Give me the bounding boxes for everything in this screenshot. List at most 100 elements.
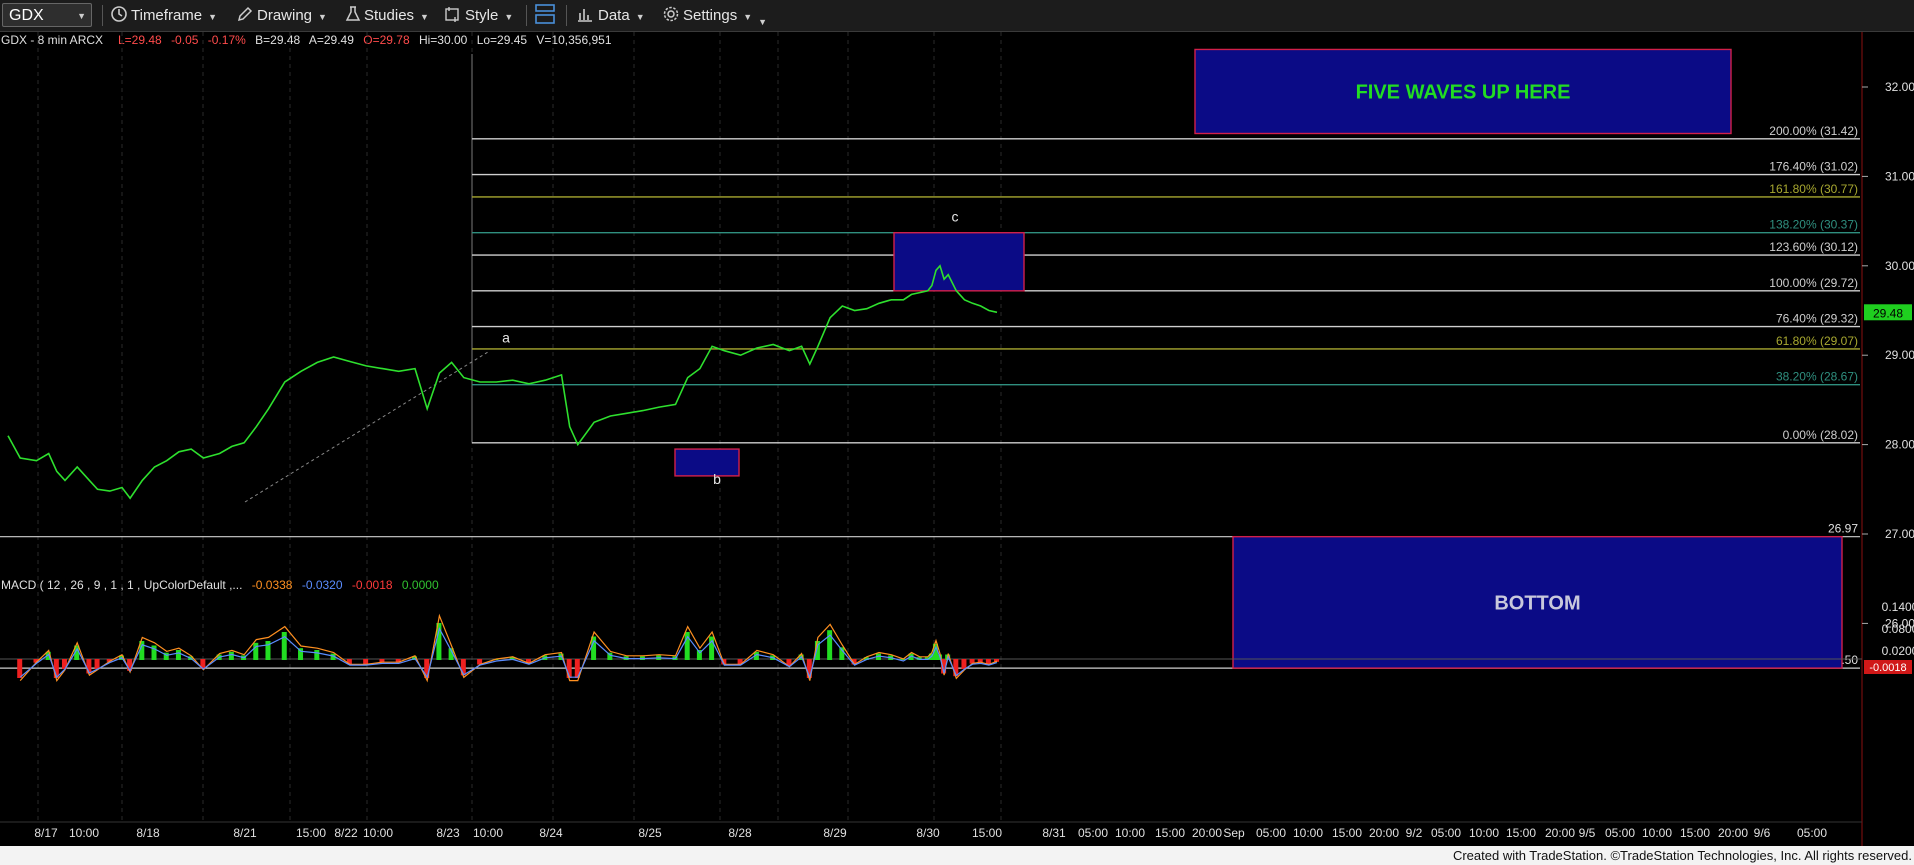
time-axis-label: 10:00 bbox=[1469, 826, 1499, 840]
macd-avg-value: -0.0320 bbox=[302, 578, 343, 592]
time-axis-label: 10:00 bbox=[69, 826, 99, 840]
bid-quote: B=29.48 bbox=[255, 33, 300, 47]
time-axis-label: 20:00 bbox=[1545, 826, 1575, 840]
percent-change-quote: -0.17% bbox=[208, 33, 246, 47]
time-axis-label: 8/21 bbox=[233, 826, 257, 840]
chevron-down-icon: ▼ bbox=[758, 17, 768, 27]
macd-value: -0.0338 bbox=[252, 578, 293, 592]
drawing-label: Drawing bbox=[257, 7, 313, 24]
chart-symbol-text: GDX - 8 min ARCX bbox=[1, 33, 103, 47]
time-axis-label: 8/22 bbox=[334, 826, 358, 840]
time-axis-label: 8/31 bbox=[1042, 826, 1066, 840]
macd-axis-label: 0.0800 bbox=[1882, 622, 1914, 636]
time-axis-label: Sep bbox=[1223, 826, 1245, 840]
bar-chart-icon bbox=[578, 9, 592, 22]
layout-button[interactable] bbox=[534, 0, 556, 31]
time-axis-label: 05:00 bbox=[1078, 826, 1108, 840]
time-axis-label: 05:00 bbox=[1256, 826, 1286, 840]
net-change-quote: -0.05 bbox=[171, 33, 199, 47]
wave-box bbox=[674, 448, 740, 477]
wave-label: c bbox=[952, 209, 959, 225]
style-menu[interactable]: Style ▼ bbox=[444, 0, 513, 31]
macd-histogram-bar bbox=[709, 636, 715, 660]
macd-histogram-bar bbox=[684, 632, 690, 660]
time-axis-label: 15:00 bbox=[1155, 826, 1185, 840]
toolbar-divider bbox=[526, 5, 527, 26]
time-axis-label: 8/17 bbox=[34, 826, 58, 840]
macd-histogram-bar bbox=[314, 650, 320, 660]
macd-label: MACD ( 12 , 26 , 9 , 1 , 1 , UpColorDefa… bbox=[1, 578, 439, 592]
macd-zero-value: 0.0000 bbox=[402, 578, 439, 592]
volume-quote: V=10,356,951 bbox=[536, 33, 611, 47]
chevron-down-icon: ▼ bbox=[208, 12, 218, 22]
studies-menu[interactable]: Studies ▼ bbox=[345, 0, 429, 31]
price-axis-label: 30.00 bbox=[1885, 259, 1914, 273]
time-axis-label: 9/6 bbox=[1754, 826, 1771, 840]
flask-icon bbox=[345, 6, 361, 21]
macd-title: MACD ( 12 , 26 , 9 , 1 , 1 , UpColorDefa… bbox=[1, 578, 242, 592]
time-axis-label: 10:00 bbox=[1642, 826, 1672, 840]
time-axis-label: 8/24 bbox=[539, 826, 563, 840]
studies-label: Studies bbox=[364, 7, 415, 24]
toolbar-divider bbox=[566, 5, 567, 26]
price-axis-label: 32.00 bbox=[1885, 80, 1914, 94]
timeframe-menu[interactable]: Timeframe ▼ bbox=[110, 0, 217, 31]
time-axis-label: 15:00 bbox=[1506, 826, 1536, 840]
drawing-menu[interactable]: Drawing ▼ bbox=[236, 0, 327, 31]
style-label: Style bbox=[465, 7, 499, 24]
footer: Created with TradeStation. ©TradeStation… bbox=[0, 846, 1914, 865]
time-axis-label: 8/25 bbox=[638, 826, 662, 840]
layout-icon bbox=[535, 4, 555, 24]
macd-last-label: -0.0018 bbox=[1869, 662, 1906, 674]
fib-level-label: 123.60% (30.12) bbox=[1769, 240, 1858, 254]
time-axis-label: 15:00 bbox=[1680, 826, 1710, 840]
toolbar-divider bbox=[102, 5, 103, 26]
symbol-selector[interactable]: GDX ▼ bbox=[2, 3, 92, 27]
price-axis-label: 31.00 bbox=[1885, 169, 1914, 183]
time-axis-label: 9/2 bbox=[1406, 826, 1423, 840]
price-series bbox=[7, 264, 998, 500]
time-axis-label: 8/29 bbox=[823, 826, 847, 840]
last-price-label: 29.48 bbox=[1873, 306, 1903, 320]
fib-level-label: 138.20% (30.37) bbox=[1769, 218, 1858, 232]
macd-histogram-bar bbox=[175, 650, 181, 660]
time-axis-label: 10:00 bbox=[473, 826, 503, 840]
timeframe-label: Timeframe bbox=[131, 7, 203, 24]
settings-menu[interactable]: Settings ▼ ▼ bbox=[662, 0, 767, 31]
pencil-icon bbox=[237, 6, 253, 22]
fib-level-label: 61.80% (29.07) bbox=[1776, 334, 1858, 348]
chevron-down-icon: ▼ bbox=[743, 12, 753, 22]
macd-histogram-bar bbox=[253, 642, 259, 660]
data-label: Data bbox=[598, 7, 630, 24]
macd-axis-label: 0.1400 bbox=[1882, 600, 1914, 614]
gear-icon bbox=[663, 6, 679, 22]
fib-level-label: 38.20% (28.67) bbox=[1776, 370, 1858, 384]
target-boxes[interactable]: FIVE WAVES UP HERE BOTTOM a b c bbox=[502, 48, 1843, 669]
candle-style-icon bbox=[445, 7, 459, 22]
macd-histogram-bar bbox=[961, 659, 967, 669]
wave-label: a bbox=[502, 329, 510, 345]
chevron-down-icon[interactable]: ▼ bbox=[77, 4, 86, 28]
time-axis-label: 20:00 bbox=[1192, 826, 1222, 840]
data-menu[interactable]: Data ▼ bbox=[576, 0, 645, 31]
macd-axis-label: 0.0200 bbox=[1882, 644, 1914, 658]
fib-level-label: 76.40% (29.32) bbox=[1776, 312, 1858, 326]
price-chart[interactable]: GDX - 8 min ARCX L=29.48 -0.05 -0.17% B=… bbox=[0, 32, 1914, 846]
time-axis-label: 8/28 bbox=[728, 826, 752, 840]
last-price-quote: L=29.48 bbox=[118, 33, 162, 47]
high-quote: Hi=30.00 bbox=[419, 33, 468, 47]
time-axis-label: 8/30 bbox=[916, 826, 940, 840]
grid-lines bbox=[37, 32, 1002, 822]
time-axis-label: 10:00 bbox=[1293, 826, 1323, 840]
open-quote: O=29.78 bbox=[363, 33, 410, 47]
time-axis-label: 8/23 bbox=[436, 826, 460, 840]
chevron-down-icon: ▼ bbox=[504, 12, 514, 22]
time-axis: 8/17 10:00 8/18 8/21 15:00 8/22 10:00 8/23 10:00… bbox=[34, 826, 1827, 840]
target-box-label: BOTTOM bbox=[1494, 592, 1580, 614]
ask-quote: A=29.49 bbox=[309, 33, 354, 47]
macd-histogram-bar bbox=[228, 651, 234, 660]
support-line-label: 26.97 bbox=[1828, 522, 1858, 536]
macd-histogram-bar bbox=[827, 630, 833, 660]
time-axis-label: 15:00 bbox=[972, 826, 1002, 840]
macd-diff-value: -0.0018 bbox=[352, 578, 393, 592]
